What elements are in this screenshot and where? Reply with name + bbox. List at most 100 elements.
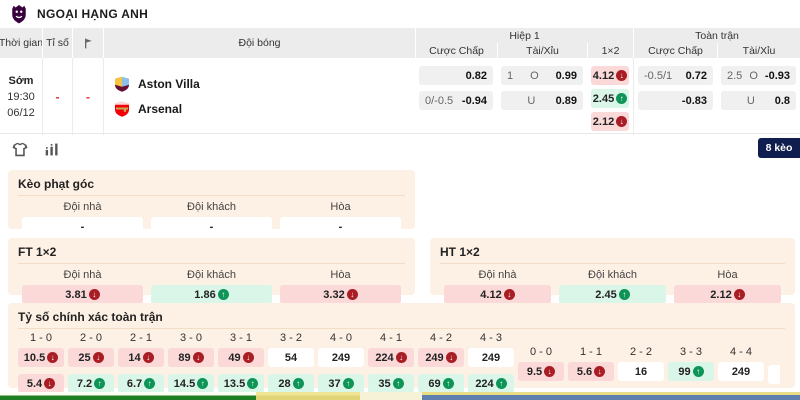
trend-arrow-icon: ↓ <box>616 70 627 81</box>
corner-draw-odds[interactable]: - <box>280 217 401 236</box>
header-h1-1x2: 1×2 <box>587 43 633 58</box>
odds-cell[interactable]: 224↓ <box>368 348 414 367</box>
ht-home-odds[interactable]: 4.12↓ <box>444 285 551 304</box>
header-teams: Đội bóng <box>103 28 415 58</box>
odds-cell[interactable]: 35↑ <box>368 374 414 393</box>
trend-arrow-icon: ↑ <box>94 378 105 389</box>
match-date: 06/12 <box>7 105 35 121</box>
h1-under[interactable]: U 0.89 <box>501 91 583 110</box>
trend-arrow-icon: ↑ <box>693 366 704 377</box>
correct-score-grid: 1 - 0 10.5↓ 5.4↓ 2 - 0 25↓ 7.2↑ 2 - 1 14… <box>18 329 785 393</box>
strip-segment-pale <box>360 392 422 400</box>
ft-away-odds[interactable]: 1.86↑ <box>151 285 272 304</box>
odds-cell[interactable]: 99↑ <box>668 362 714 381</box>
arsenal-badge <box>114 101 130 117</box>
odds-cell[interactable]: 249 <box>718 362 764 381</box>
score-column: 3 - 1 49↓ 13.5↑ <box>218 332 264 393</box>
correct-score-panel: Tỷ số chính xác toàn trận 1 - 0 10.5↓ 5.… <box>8 303 795 388</box>
betting-odds-screen: NGOẠI HẠNG ANH Thời gian Tỉ số Đội bóng … <box>0 0 800 400</box>
jersey-button[interactable] <box>12 142 28 157</box>
odds-cell[interactable]: 7.2↑ <box>68 374 114 393</box>
ht-panel-title: HT 1×2 <box>440 242 785 264</box>
draw-label: Hòa <box>330 199 350 217</box>
draw-score-column: 0 - 0 9.5↓ <box>518 332 564 393</box>
trend-arrow-icon: ↓ <box>143 352 154 363</box>
corner-score: - <box>72 58 103 135</box>
odds-cell[interactable]: 25↓ <box>68 348 114 367</box>
trend-arrow-icon: ↓ <box>734 289 745 300</box>
match-status: Sớm <box>9 73 34 89</box>
live-score: - <box>42 58 72 135</box>
ft-home-odds[interactable]: 3.81↓ <box>22 285 143 304</box>
home-label: Đội nhà <box>64 267 102 285</box>
odds-cell[interactable]: 37↑ <box>318 374 364 393</box>
header-ft-overunder: Tài/Xỉu <box>717 43 800 58</box>
odds-table-header: Thời gian Tỉ số Đội bóng Hiệp 1 Toàn trậ… <box>0 28 800 58</box>
corner-panel-title: Kèo phạt góc <box>18 174 405 196</box>
trend-arrow-icon: ↑ <box>218 289 229 300</box>
score-column: 4 - 3 249 224↑ <box>468 332 514 393</box>
header-full-match: Toàn trận <box>633 28 800 43</box>
odds-cell[interactable]: 69↑ <box>418 374 464 393</box>
odds-cell[interactable]: 49↓ <box>218 348 264 367</box>
header-corner <box>72 28 103 58</box>
ft-handicap-home[interactable]: -0.5/1 0.72 <box>638 66 713 85</box>
h1-1x2-draw[interactable]: 2.12↓ <box>591 112 629 131</box>
ft-handicap-away[interactable]: -0.83 <box>638 91 713 110</box>
odds-cell[interactable]: 5.4↓ <box>18 374 64 393</box>
score-column: 1 - 0 10.5↓ 5.4↓ <box>18 332 64 393</box>
home-label: Đội nhà <box>479 267 517 285</box>
ht-draw-odds[interactable]: 2.12↓ <box>674 285 781 304</box>
odds-cell[interactable]: 14↓ <box>118 348 164 367</box>
home-team-row[interactable]: Aston Villa <box>114 76 415 92</box>
ft-under[interactable]: U 0.8 <box>721 91 796 110</box>
ht-away-odds[interactable]: 2.45↑ <box>559 285 666 304</box>
header-time: Thời gian <box>0 28 42 58</box>
h1-handicap-home[interactable]: 0.82 <box>419 66 493 85</box>
header-score: Tỉ số <box>42 28 72 58</box>
stats-button[interactable] <box>44 142 60 157</box>
odds-cell[interactable]: 13.5↑ <box>218 374 264 393</box>
odds-cell[interactable]: 224↑ <box>468 374 514 393</box>
trend-arrow-icon: ↓ <box>594 366 605 377</box>
aston-villa-badge <box>114 76 130 92</box>
draw-score-column: 4 - 4 249 <box>718 332 764 393</box>
odds-cell[interactable]: 16 <box>618 362 664 381</box>
header-h1-handicap: Cược Chấp <box>415 43 497 58</box>
odds-cell[interactable]: 249 <box>318 348 364 367</box>
odds-cell[interactable]: 249 <box>468 348 514 367</box>
more-bets-button[interactable]: 8 kèo <box>758 138 800 158</box>
h1-over[interactable]: 1 O 0.99 <box>501 66 583 85</box>
corner-away-odds[interactable]: - <box>151 217 272 236</box>
ft-1x2-panel: FT 1×2 Đội nhà 3.81↓ Đội khách 1.86↑ Hòa… <box>8 238 415 295</box>
score-column: 2 - 0 25↓ 7.2↑ <box>68 332 114 393</box>
trend-arrow-icon: ↑ <box>293 378 304 389</box>
trend-arrow-icon: ↓ <box>396 352 407 363</box>
h1-handicap-away[interactable]: 0/-0.5 -0.94 <box>419 91 493 110</box>
home-team-name: Aston Villa <box>138 77 200 91</box>
odds-cell[interactable]: 6.7↑ <box>118 374 164 393</box>
strip-segment-yellow <box>256 392 360 400</box>
odds-cell[interactable]: 14.5↑ <box>168 374 214 393</box>
h1-1x2-home[interactable]: 4.12↓ <box>591 66 629 85</box>
odds-cell[interactable]: 28↑ <box>268 374 314 393</box>
score-column: 4 - 0 249 37↑ <box>318 332 364 393</box>
ht-1x2-panel: HT 1×2 Đội nhà 4.12↓ Đội khách 2.45↑ Hòa… <box>430 238 795 295</box>
odds-cell[interactable]: 89↓ <box>168 348 214 367</box>
odds-cell[interactable]: 10.5↓ <box>18 348 64 367</box>
odds-cell[interactable]: 5.6↓ <box>568 362 614 381</box>
trend-arrow-icon: ↑ <box>144 378 155 389</box>
h1-1x2-away[interactable]: 2.45↑ <box>591 89 629 108</box>
home-label: Đội nhà <box>64 199 102 217</box>
odds-cell[interactable]: 9.5↓ <box>518 362 564 381</box>
odds-cell[interactable]: 249↓ <box>418 348 464 367</box>
away-team-row[interactable]: Arsenal <box>114 101 415 117</box>
league-title: NGOẠI HẠNG ANH <box>37 7 148 21</box>
trend-arrow-icon: ↓ <box>446 352 457 363</box>
h1-overunder-cell: 1 O 0.99 U 0.89 <box>497 58 587 135</box>
ft-draw-odds[interactable]: 3.32↓ <box>280 285 401 304</box>
corner-home-odds[interactable]: - <box>22 217 143 236</box>
match-row: Sớm 19:30 06/12 - - Aston Villa <box>0 58 800 134</box>
odds-cell[interactable]: 54 <box>268 348 314 367</box>
ft-over[interactable]: 2.5 O -0.93 <box>721 66 796 85</box>
